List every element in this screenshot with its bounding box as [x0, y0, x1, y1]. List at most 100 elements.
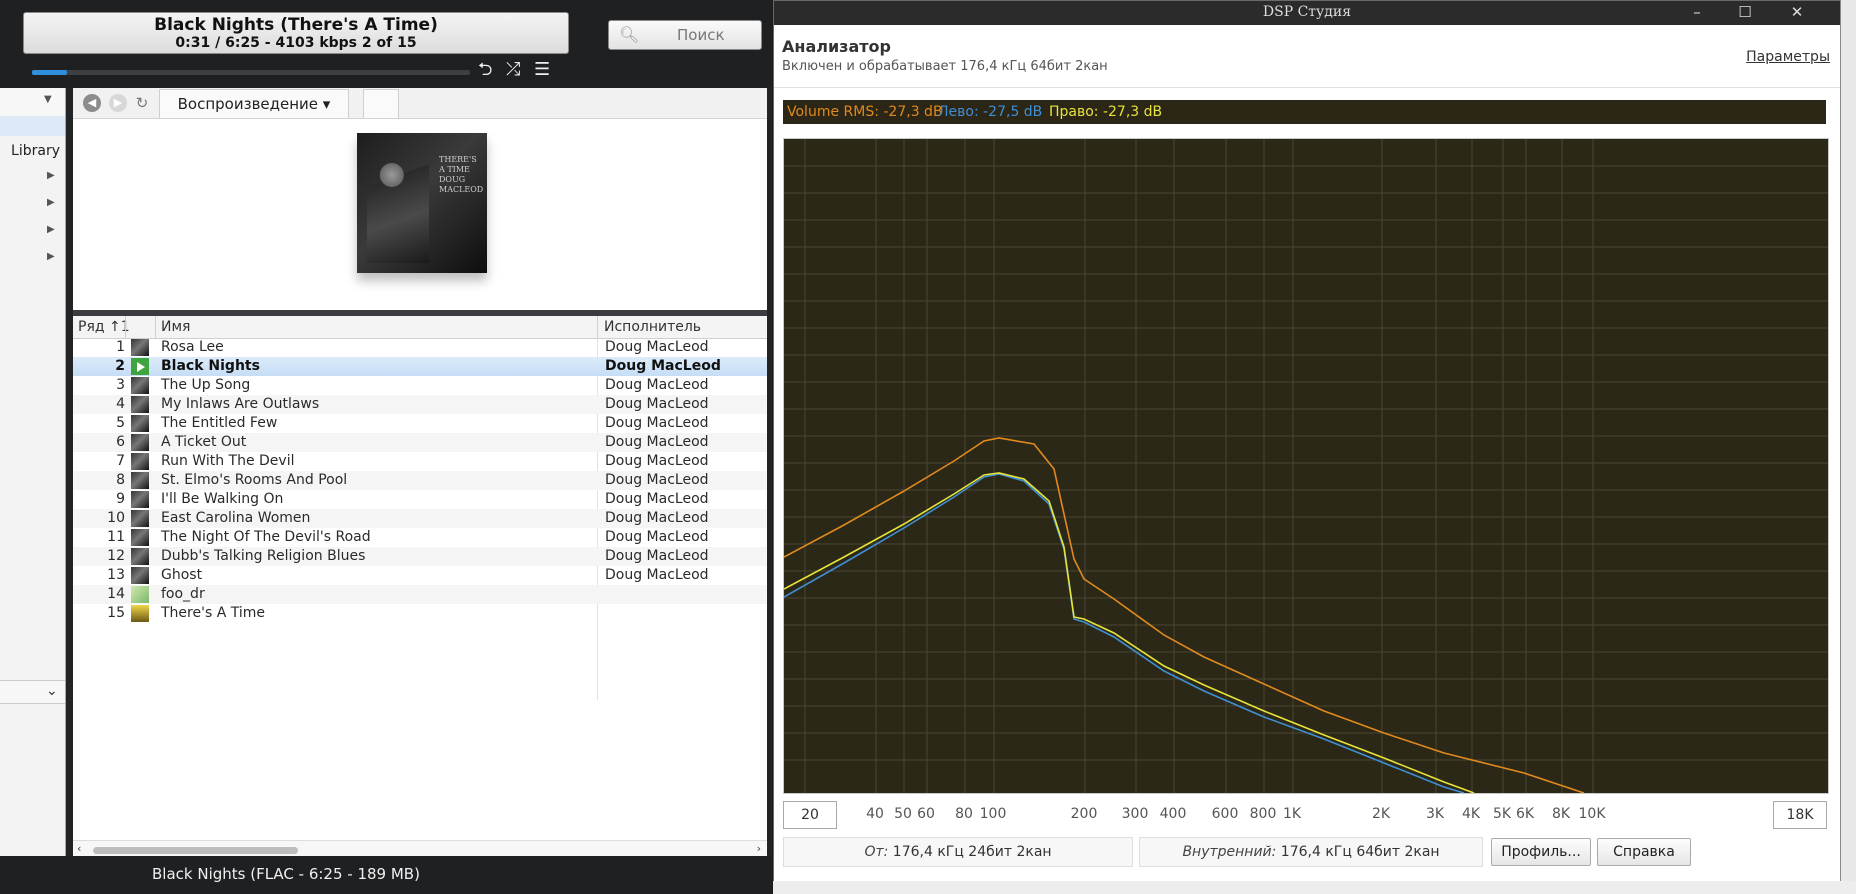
internal-format-label: Внутренний: [1182, 844, 1277, 860]
frequency-tick-label: 40 [866, 806, 884, 822]
track-name: Rosa Lee [161, 339, 224, 355]
table-row[interactable]: 5 The Entitled Few Doug MacLeod [73, 414, 767, 433]
left-channel-readout: Лево: -27,5 dB [938, 104, 1043, 120]
track-list: Ряд ↑1 Имя Исполнитель 1 Rosa Lee Doug Mac… [73, 316, 767, 859]
view-mode-dropdown[interactable]: Воспроизведение ▾ [159, 89, 349, 118]
repeat-icon[interactable]: ⮌ [478, 60, 492, 80]
spectrum-svg [783, 139, 1828, 794]
status-text: Black Nights (FLAC - 6:25 - 189 MB) [152, 865, 420, 883]
expand-arrow-icon[interactable]: ▶ [47, 224, 55, 235]
track-thumbnail-icon [131, 339, 149, 356]
column-divider [125, 316, 126, 338]
view-tab-empty[interactable] [363, 89, 399, 118]
table-row[interactable]: 12 Dubb's Talking Religion Blues Doug MacL… [73, 547, 767, 566]
right-curve [783, 472, 1475, 794]
now-playing-icon [131, 358, 149, 375]
search-icon: 🔍︎ [619, 25, 640, 44]
close-icon[interactable]: ✕ [1774, 1, 1820, 25]
table-row[interactable]: 11 The Night Of The Devil's Road Doug MacL… [73, 528, 767, 547]
refresh-icon[interactable]: ↻ [133, 94, 151, 112]
dsp-studio-window: DSP Студия – ☐ ✕ Анализатор Включен и об… [773, 0, 1841, 882]
table-row[interactable]: 15 There's A Time [73, 604, 767, 623]
track-thumbnail-icon [131, 377, 149, 394]
background-window-edge [1840, 0, 1856, 894]
track-number: 1 [116, 339, 125, 355]
now-playing-display[interactable]: Black Nights (There's A Time) 0:31 / 6:2… [23, 12, 569, 54]
table-row[interactable]: 1 Rosa Lee Doug MacLeod [73, 338, 767, 357]
table-row[interactable]: 6 A Ticket Out Doug MacLeod [73, 433, 767, 452]
sidebar-selected-item[interactable] [0, 116, 65, 136]
scrollbar-thumb[interactable] [93, 847, 298, 854]
track-artist: Doug MacLeod [605, 434, 709, 450]
equalizer-icon[interactable]: ☰ [534, 60, 550, 80]
help-button[interactable]: Справка [1597, 838, 1691, 866]
table-row[interactable]: 4 My Inlaws Are Outlaws Doug MacLeod [73, 395, 767, 414]
sidebar-header[interactable]: ▼ [0, 88, 65, 117]
track-artist: Doug MacLeod [605, 548, 709, 564]
track-list-header: Ряд ↑1 Имя Исполнитель [73, 316, 767, 339]
track-name: The Night Of The Devil's Road [161, 529, 371, 545]
desktop-strip [773, 881, 1856, 894]
expand-arrow-icon[interactable]: ▶ [47, 251, 55, 262]
search-input[interactable]: 🔍︎ Поиск [608, 20, 762, 50]
table-row[interactable]: 13 Ghost Doug MacLeod [73, 566, 767, 585]
player-header: Black Nights (There's A Time) 0:31 / 6:2… [0, 0, 772, 88]
frequency-tick-label: 300 [1121, 806, 1149, 822]
track-name: East Carolina Women [161, 510, 311, 526]
spectrum-graph [783, 138, 1829, 794]
maximize-icon[interactable]: ☐ [1722, 1, 1768, 25]
frequency-tick-label: 100 [979, 806, 1007, 822]
sidebar-bottom-selector[interactable]: ⌄ [0, 680, 65, 704]
search-placeholder: Поиск [677, 26, 725, 44]
profile-button[interactable]: Профиль... [1491, 838, 1591, 866]
track-name: A Ticket Out [161, 434, 247, 450]
chevron-down-icon[interactable]: ⌄ [46, 683, 58, 699]
track-name: Dubb's Talking Religion Blues [161, 548, 366, 564]
track-number: 10 [107, 510, 125, 526]
track-number: 7 [116, 453, 125, 469]
min-frequency-input[interactable]: 20 [783, 801, 837, 829]
track-thumbnail-icon [131, 529, 149, 546]
cover-artist-photo [367, 153, 429, 263]
track-name: The Entitled Few [161, 415, 278, 431]
track-thumbnail-icon [131, 491, 149, 508]
frequency-tick-label: 80 [955, 806, 973, 822]
track-number: 12 [107, 548, 125, 564]
expand-arrow-icon[interactable]: ▶ [47, 197, 55, 208]
expand-arrow-icon[interactable]: ▶ [47, 170, 55, 181]
back-icon[interactable]: ◀ [83, 94, 101, 112]
track-number: 15 [107, 605, 125, 621]
chevron-down-icon[interactable]: ▼ [44, 94, 52, 105]
rms-readout: Volume RMS: -27,3 dB [787, 104, 943, 120]
parameters-link[interactable]: Параметры [1746, 49, 1830, 65]
max-frequency-input[interactable]: 18K [1773, 801, 1827, 829]
track-number: 6 [116, 434, 125, 450]
sidebar-item-library[interactable]: Library [11, 143, 60, 159]
frequency-tick-label: 800 [1249, 806, 1277, 822]
cover-text: THERE'S A TIME DOUG MACLEOD [439, 155, 484, 194]
table-row[interactable]: 2 Black Nights Doug MacLeod [73, 357, 767, 376]
column-header-name[interactable]: Имя [161, 319, 190, 335]
column-header-artist[interactable]: Исполнитель [604, 319, 701, 335]
scroll-right-icon[interactable]: › [757, 842, 761, 855]
minimize-icon[interactable]: – [1674, 1, 1720, 25]
table-row[interactable]: 7 Run With The Devil Doug MacLeod [73, 452, 767, 471]
forward-icon[interactable]: ▶ [109, 94, 127, 112]
main-view: ◀ ▶ ↻ Воспроизведение ▾ THERE'S A TIME D… [73, 88, 767, 859]
seek-bar[interactable] [32, 70, 470, 75]
table-row[interactable]: 10 East Carolina Women Doug MacLeod [73, 509, 767, 528]
track-name: St. Elmo's Rooms And Pool [161, 472, 348, 488]
scroll-left-icon[interactable]: ‹ [77, 842, 81, 855]
shuffle-icon[interactable]: ⤮ [506, 60, 520, 80]
dsp-title-bar[interactable]: DSP Студия – ☐ ✕ [774, 1, 1840, 25]
frequency-tick-label: 3K [1425, 806, 1445, 822]
table-row[interactable]: 14 foo_dr [73, 585, 767, 604]
track-artist: Doug MacLeod [605, 358, 721, 374]
column-header-row[interactable]: Ряд ↑1 [78, 319, 130, 335]
table-row[interactable]: 8 St. Elmo's Rooms And Pool Doug MacLeod [73, 471, 767, 490]
table-row[interactable]: 3 The Up Song Doug MacLeod [73, 376, 767, 395]
seek-bar-fill [32, 70, 68, 75]
track-number: 13 [107, 567, 125, 583]
frequency-tick-label: 2K [1371, 806, 1391, 822]
table-row[interactable]: 9 I'll Be Walking On Doug MacLeod [73, 490, 767, 509]
